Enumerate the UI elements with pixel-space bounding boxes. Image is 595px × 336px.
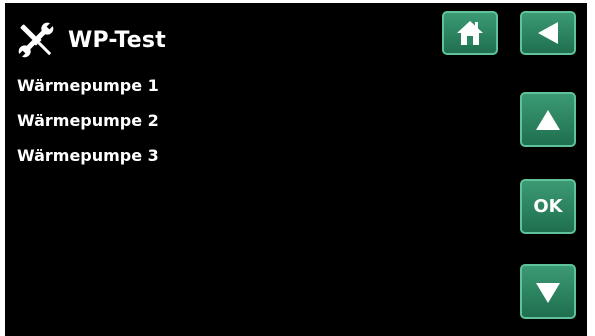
menu-item-waermepumpe-1[interactable]: Wärmepumpe 1 <box>17 73 159 108</box>
home-button[interactable] <box>442 11 498 55</box>
scroll-up-button[interactable] <box>520 92 576 147</box>
arrow-left-icon <box>538 22 558 44</box>
scroll-down-button[interactable] <box>520 264 576 319</box>
display-screen: WP-Test Wärmepumpe 1 Wärmepumpe 2 Wärmep… <box>5 3 587 336</box>
menu-item-waermepumpe-3[interactable]: Wärmepumpe 3 <box>17 143 159 178</box>
page-header: WP-Test <box>14 18 166 62</box>
ok-button[interactable]: OK <box>520 179 576 234</box>
tools-icon <box>18 22 54 58</box>
house-icon <box>457 21 483 45</box>
menu-list: Wärmepumpe 1 Wärmepumpe 2 Wärmepumpe 3 <box>17 73 159 178</box>
back-button[interactable] <box>520 11 576 55</box>
arrow-up-icon <box>536 109 560 130</box>
page-title: WP-Test <box>68 27 166 53</box>
arrow-down-icon <box>536 282 560 303</box>
ok-label: OK <box>533 196 563 217</box>
menu-item-waermepumpe-2[interactable]: Wärmepumpe 2 <box>17 108 159 143</box>
